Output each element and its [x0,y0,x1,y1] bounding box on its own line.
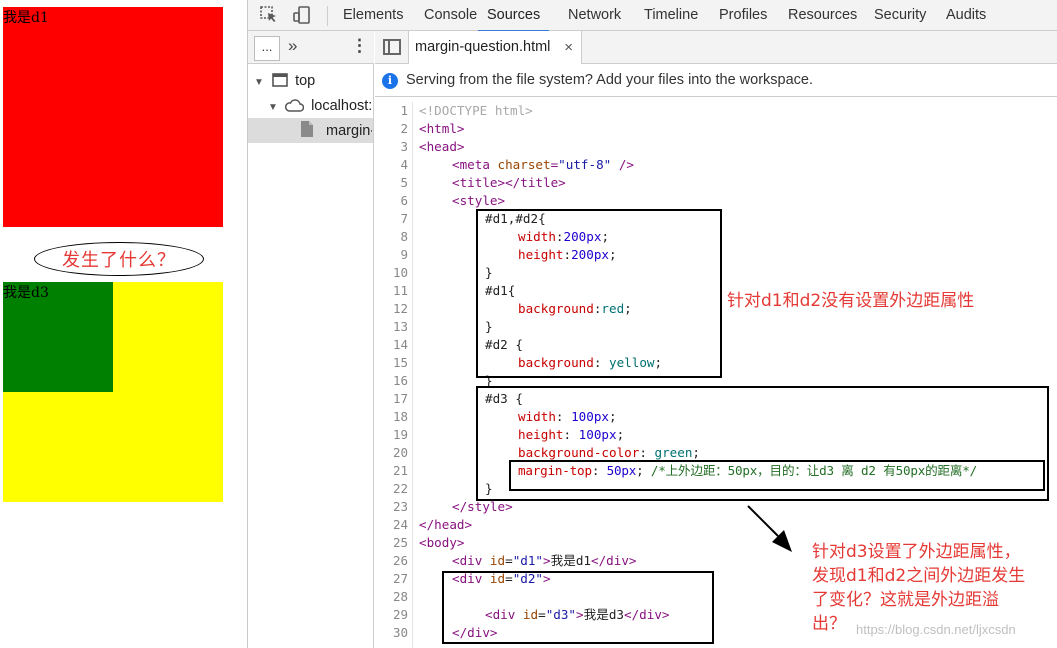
code-line: <meta charset="utf-8" /> [452,157,634,172]
line-number: 27 [392,571,408,586]
line-number: 28 [392,589,408,604]
tree-item-localhost[interactable]: ▼ localhost:3 [268,94,372,118]
question-text: 发生了什么？ [62,250,176,271]
toggle-navigator-icon[interactable] [383,39,401,55]
line-number: 8 [400,229,408,244]
line-number: 6 [400,193,408,208]
file-tab-label: margin-question.html [415,39,551,55]
sources-navigator: ... » ⋮ ▼ top ▼ localhost:3 margin-q [248,31,374,648]
watermark-text: https://blog.csdn.net/ljxcsdn [856,622,1016,637]
d3-text: 我是d3 [3,285,49,301]
line-number: 16 [392,373,408,388]
line-number: 21 [392,463,408,478]
tab-resources[interactable]: Resources [788,0,857,31]
line-number: 14 [392,337,408,352]
inspect-element-icon[interactable] [259,5,279,25]
div-d3-green-box: 我是d3 [3,282,113,392]
tree-item-label: margin-question.html [326,123,372,139]
line-number: 19 [392,427,408,442]
kebab-menu-icon[interactable]: ⋮ [351,36,368,56]
line-number: 2 [400,121,408,136]
device-mode-icon[interactable] [292,5,312,25]
annotation-line: 针对d3设置了外边距属性， [812,542,1021,562]
line-number: 5 [400,175,408,190]
page-preview: 我是d1 发生了什么？ 我是d3 [0,0,248,648]
navigator-more-button[interactable]: ... [254,36,280,61]
code-line: <html> [419,121,465,136]
tree-item-label: top [295,73,316,89]
tree-item-file[interactable]: margin-question.html [300,119,372,143]
line-number: 20 [392,445,408,460]
line-number: 25 [392,535,408,550]
cloud-icon [285,99,305,112]
expand-arrow-icon[interactable]: ▼ [254,71,266,93]
tab-security[interactable]: Security [874,0,926,31]
line-number: 3 [400,139,408,154]
close-icon[interactable]: × [564,31,573,64]
annotation-box-margin-top [509,460,1045,491]
code-line: <!DOCTYPE html> [419,103,533,118]
file-icon [301,121,313,137]
line-number: 23 [392,499,408,514]
line-number: 1 [400,103,408,118]
line-number: 4 [400,157,408,172]
annotation-box-d2-html [442,571,714,644]
code-line: </head> [419,517,473,532]
navigator-toolbar: ... » ⋮ [248,31,374,64]
info-message: Serving from the file system? Add your f… [406,72,813,88]
editor-file-tab[interactable]: margin-question.html × [408,31,582,64]
line-number: 11 [392,283,408,298]
expand-arrow-icon[interactable]: ▼ [268,96,280,118]
line-number: 30 [392,625,408,640]
line-number: 13 [392,319,408,334]
line-number: 15 [392,355,408,370]
frame-icon [272,73,288,87]
tab-profiles[interactable]: Profiles [719,0,767,31]
annotation-line: 发现d1和d2之间外边距发生 [812,566,1026,586]
tab-network[interactable]: Network [568,0,621,31]
code-line: <title></title> [452,175,566,190]
devtools-tabbar: Elements Console Sources Network Timelin… [248,0,1057,32]
line-number: 24 [392,517,408,532]
annotation-box-d1-d2 [476,209,722,378]
line-number-gutter: 1 2 3 4 5 6 7 8 9 10 11 12 13 14 15 16 1… [375,102,413,648]
line-number: 17 [392,391,408,406]
line-number: 18 [392,409,408,424]
tree-item-top[interactable]: ▼ top [254,69,372,93]
line-number: 12 [392,301,408,316]
code-line: <style> [452,193,506,208]
workspace-infobar: i Serving from the file system? Add your… [375,64,1057,97]
code-line: <body> [419,535,465,550]
line-number: 26 [392,553,408,568]
tab-sources[interactable]: Sources [478,0,550,32]
tab-console[interactable]: Console [424,0,477,31]
tab-audits[interactable]: Audits [946,0,986,31]
line-number: 9 [400,247,408,262]
annotation-arrow-icon [747,505,792,552]
div-d2-yellow-box: 我是d3 [3,282,223,502]
line-number: 10 [392,265,408,280]
tab-timeline[interactable]: Timeline [644,0,698,31]
chevron-right-icon[interactable]: » [288,36,297,56]
tab-separator [327,6,328,26]
question-ellipse: 发生了什么？ [34,242,204,276]
annotation-line: 了变化？这就是外边距溢 [812,590,999,610]
d1-text: 我是d1 [3,10,49,26]
code-line: <div id="d1">我是d1</div> [452,553,637,568]
line-number: 29 [392,607,408,622]
info-icon: i [382,73,398,89]
tree-item-label: localhost:3 [311,98,372,114]
div-d1-red-box: 我是d1 [3,7,223,227]
line-number: 7 [400,211,408,226]
annotation-note-d1-d2: 针对d1和d2没有设置外边距属性 [727,291,975,311]
line-number: 22 [392,481,408,496]
code-line: <head> [419,139,465,154]
tab-elements[interactable]: Elements [343,0,403,31]
editor-tabbar: margin-question.html × [375,31,1057,64]
